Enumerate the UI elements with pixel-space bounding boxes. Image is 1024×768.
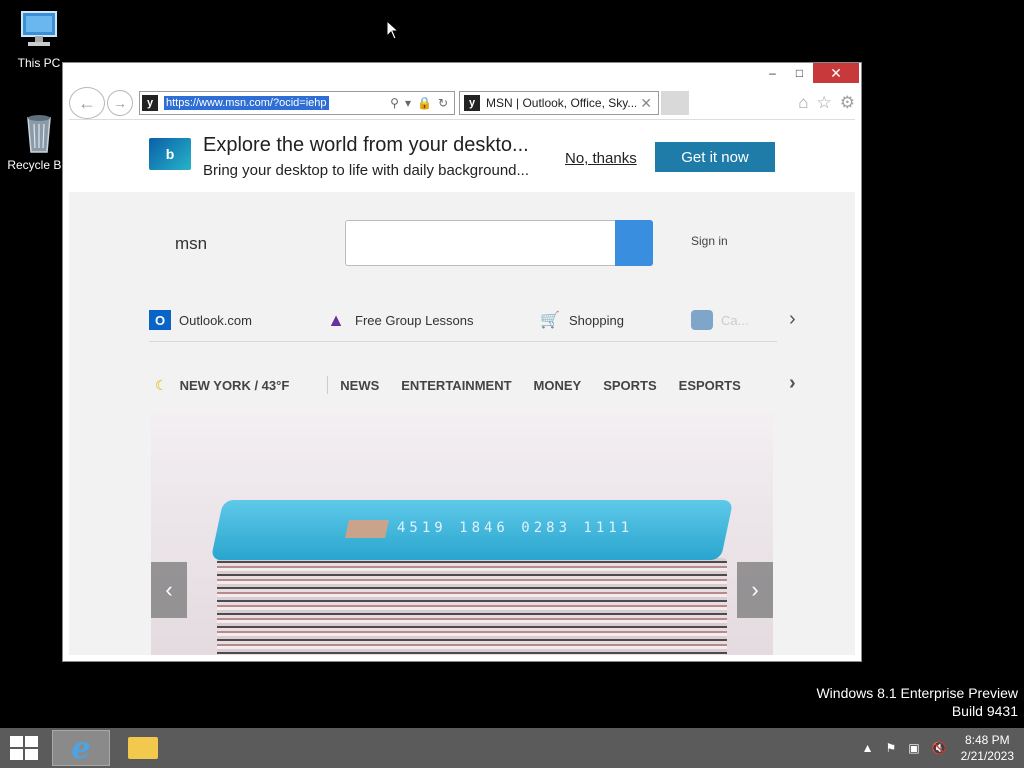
tab-title: MSN | Outlook, Office, Sky...	[486, 96, 637, 110]
section-nav: ☾ NEW YORK / 43°F NEWS ENTERTAINMENT MON…	[149, 370, 796, 400]
address-url[interactable]: https://www.msn.com/?ocid=iehp	[164, 96, 329, 110]
weather-label: NEW YORK / 43°F	[179, 377, 290, 393]
refresh-icon[interactable]: ↻	[438, 96, 448, 110]
nav-entertainment[interactable]: ENTERTAINMENT	[401, 378, 511, 393]
car-icon	[691, 310, 713, 330]
bing-logo-icon: b	[149, 138, 191, 170]
graduation-cap-icon: ▲	[327, 309, 345, 330]
carousel-next-button[interactable]: ›	[737, 562, 773, 618]
address-bar[interactable]: y https://www.msn.com/?ocid=iehp ⚲ ▾ 🔒 ↻	[139, 91, 455, 115]
maximize-button[interactable]: □	[786, 63, 813, 83]
windows-logo-icon	[10, 736, 23, 747]
quick-link-shopping[interactable]: 🛒 Shopping	[539, 310, 624, 330]
banner-subtitle: Bring your desktop to life with daily ba…	[203, 162, 530, 179]
sign-in-link[interactable]: Sign in	[691, 234, 728, 248]
computer-icon	[16, 8, 62, 52]
nav-money[interactable]: MONEY	[534, 378, 582, 393]
favorites-star-icon[interactable]: ☆	[817, 93, 832, 113]
dropdown-icon[interactable]: ▾	[405, 96, 411, 110]
nav-divider	[327, 376, 329, 394]
start-button[interactable]	[10, 736, 38, 760]
chevron-left-icon: ‹	[165, 577, 173, 602]
chevron-right-icon[interactable]: ›	[789, 308, 796, 331]
outlook-icon: O	[149, 310, 171, 330]
quick-link-group-lessons[interactable]: ▲ Free Group Lessons	[325, 309, 474, 330]
credit-cards-image: 4519 1846 0283 1111	[210, 500, 734, 655]
windows-build-watermark: Windows 8.1 Enterprise Preview Build 943…	[816, 684, 1018, 720]
card-number: 4519 1846 0283 1111	[397, 520, 634, 536]
bing-wallpaper-banner: b Explore the world from your deskto... …	[69, 120, 855, 192]
nav-esports[interactable]: ESPORTS	[679, 378, 741, 393]
watermark-edition: Windows 8.1 Enterprise Preview	[816, 685, 1018, 701]
quick-link-label: Free Group Lessons	[355, 312, 474, 328]
shopping-cart-icon: 🛒	[540, 312, 560, 329]
tab-close-icon[interactable]: ✕	[640, 95, 652, 112]
window-controls: – □ ✕	[759, 63, 859, 83]
folder-icon	[128, 737, 158, 759]
browser-toolbar-right: ⌂ ☆ ⚙	[798, 93, 855, 113]
chevron-right-icon[interactable]: ›	[789, 372, 796, 395]
clock[interactable]: 8:48 PM 2/21/2023	[961, 732, 1014, 764]
page-viewport: b Explore the world from your deskto... …	[69, 119, 855, 655]
quick-link-label: Outlook.com	[179, 312, 252, 328]
close-button[interactable]: ✕	[813, 63, 859, 83]
new-tab-button[interactable]	[661, 91, 689, 115]
tab-msn[interactable]: y MSN | Outlook, Office, Sky... ✕	[459, 91, 659, 115]
home-icon[interactable]: ⌂	[798, 93, 808, 113]
quick-links-row: O Outlook.com ▲ Free Group Lessons 🛒 Sho…	[149, 306, 796, 342]
watermark-build: Build 9431	[951, 703, 1018, 719]
internet-explorer-icon: e	[71, 730, 91, 766]
action-center-flag-icon[interactable]: ⚑	[886, 741, 897, 755]
taskbar: e ▲ ⚑ ▣ 🔇 8:48 PM 2/21/2023	[0, 728, 1024, 768]
quick-link-label: Ca...	[721, 312, 749, 328]
search-input[interactable]	[345, 220, 653, 266]
address-tools: ⚲ ▾ 🔒 ↻	[390, 96, 454, 110]
show-hidden-icons-icon[interactable]: ▲	[862, 741, 874, 755]
card-stack	[217, 558, 727, 655]
back-button[interactable]: ←	[69, 87, 105, 119]
msn-logo[interactable]: msn	[175, 234, 207, 254]
lock-icon[interactable]: 🔒	[417, 96, 432, 110]
quick-link-outlook[interactable]: O Outlook.com	[149, 310, 252, 330]
nav-news[interactable]: NEWS	[340, 378, 379, 393]
system-tray: ▲ ⚑ ▣ 🔇 8:48 PM 2/21/2023	[856, 728, 1024, 768]
forward-button[interactable]: →	[107, 90, 133, 116]
minimize-button[interactable]: –	[759, 63, 786, 83]
nav-sports[interactable]: SPORTS	[603, 378, 656, 393]
search-icon[interactable]: ⚲	[390, 96, 399, 110]
network-icon[interactable]: ▣	[908, 741, 919, 755]
weather-widget[interactable]: ☾ NEW YORK / 43°F	[155, 377, 289, 394]
taskbar-file-explorer[interactable]	[114, 730, 172, 766]
volume-muted-icon[interactable]: 🔇	[932, 741, 947, 755]
quick-link-cars[interactable]: Ca...	[691, 310, 748, 330]
this-pc-desktop-icon[interactable]: This PC	[0, 8, 78, 70]
recycle-bin-icon	[16, 110, 62, 154]
msn-favicon-icon: y	[464, 95, 480, 111]
forward-arrow-icon: →	[113, 95, 127, 111]
carousel-prev-button[interactable]: ‹	[151, 562, 187, 618]
clock-time: 8:48 PM	[964, 733, 1010, 747]
search-button[interactable]	[615, 220, 653, 266]
settings-gear-icon[interactable]: ⚙	[840, 93, 855, 113]
chevron-right-icon: ›	[751, 577, 759, 602]
back-arrow-icon: ←	[78, 92, 96, 113]
msn-favicon-icon: y	[142, 95, 158, 111]
no-thanks-link[interactable]: No, thanks	[565, 150, 637, 167]
hero-carousel[interactable]: 4519 1846 0283 1111 ‹ ›	[151, 412, 773, 655]
quick-link-label: Shopping	[569, 312, 624, 328]
taskbar-internet-explorer[interactable]: e	[52, 730, 110, 766]
clock-date: 2/21/2023	[960, 749, 1014, 763]
navigation-bar: ← → y https://www.msn.com/?ocid=iehp ⚲ ▾…	[69, 87, 855, 119]
card-chip-icon	[345, 520, 389, 538]
get-it-now-button[interactable]: Get it now	[655, 142, 775, 172]
moon-icon: ☾	[155, 376, 168, 393]
banner-title: Explore the world from your deskto...	[203, 134, 529, 156]
ie-browser-window: – □ ✕ ← → y https://www.msn.com/?ocid=ie…	[62, 62, 862, 662]
